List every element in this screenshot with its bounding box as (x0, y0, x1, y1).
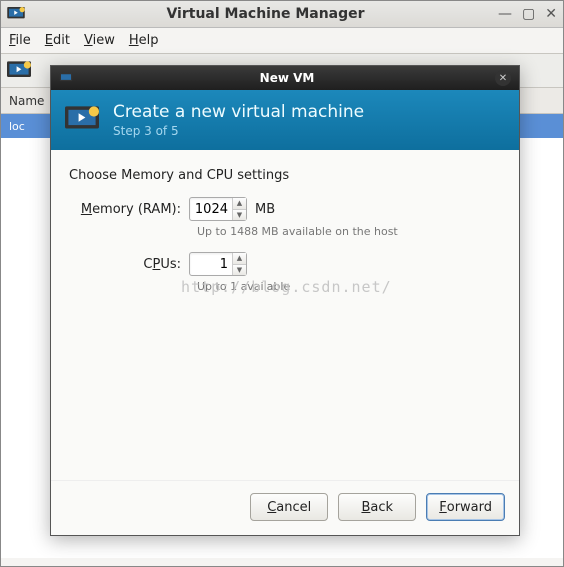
memory-input[interactable] (190, 198, 232, 220)
close-icon[interactable]: ✕ (545, 6, 557, 22)
dialog-titlebar[interactable]: New VM ✕ (51, 66, 519, 90)
new-vm-toolbar-icon[interactable] (7, 61, 31, 81)
wizard-step-label: Step 3 of 5 (113, 124, 364, 138)
cpus-spin-up-icon[interactable]: ▲ (233, 253, 246, 265)
dialog-close-icon[interactable]: ✕ (495, 70, 511, 86)
forward-button[interactable]: Forward (426, 493, 505, 521)
memory-label: Memory (RAM): (69, 202, 189, 217)
new-vm-dialog: New VM ✕ Create a new virtual machine St… (50, 65, 520, 536)
menu-file[interactable]: File (9, 33, 31, 48)
wizard-icon (65, 106, 99, 134)
memory-row: Memory (RAM): ▲ ▼ MB (69, 197, 501, 221)
cpus-input[interactable] (190, 253, 232, 275)
memory-spinbox[interactable]: ▲ ▼ (189, 197, 247, 221)
section-label: Choose Memory and CPU settings (69, 168, 501, 183)
minimize-icon[interactable]: — (498, 6, 512, 22)
cpus-spin-down-icon[interactable]: ▼ (233, 265, 246, 276)
cpus-row: CPUs: ▲ ▼ (69, 252, 501, 276)
app-icon (7, 7, 25, 21)
memory-spin-up-icon[interactable]: ▲ (233, 198, 246, 210)
cancel-button[interactable]: Cancel (250, 493, 328, 521)
cpus-spinbox[interactable]: ▲ ▼ (189, 252, 247, 276)
wizard-title: Create a new virtual machine (113, 102, 364, 122)
dialog-app-icon (59, 73, 73, 83)
menu-help[interactable]: Help (129, 33, 159, 48)
dialog-header: Create a new virtual machine Step 3 of 5 (51, 90, 519, 150)
window-controls: — ▢ ✕ (498, 6, 557, 22)
dialog-button-bar: Cancel Back Forward (51, 480, 519, 535)
cpus-label: CPUs: (69, 257, 189, 272)
memory-hint: Up to 1488 MB available on the host (197, 225, 501, 238)
main-titlebar: Virtual Machine Manager — ▢ ✕ (1, 1, 563, 28)
menu-view[interactable]: View (84, 33, 115, 48)
menu-edit[interactable]: Edit (45, 33, 70, 48)
memory-unit: MB (255, 202, 275, 217)
maximize-icon[interactable]: ▢ (522, 6, 535, 22)
menubar: File Edit View Help (1, 28, 563, 54)
watermark-text: http://blog.csdn.net/ (181, 278, 392, 296)
back-button[interactable]: Back (338, 493, 416, 521)
memory-spin-down-icon[interactable]: ▼ (233, 210, 246, 221)
window-title: Virtual Machine Manager (33, 6, 498, 22)
dialog-body: Choose Memory and CPU settings Memory (R… (51, 150, 519, 480)
dialog-title: New VM (79, 71, 495, 85)
